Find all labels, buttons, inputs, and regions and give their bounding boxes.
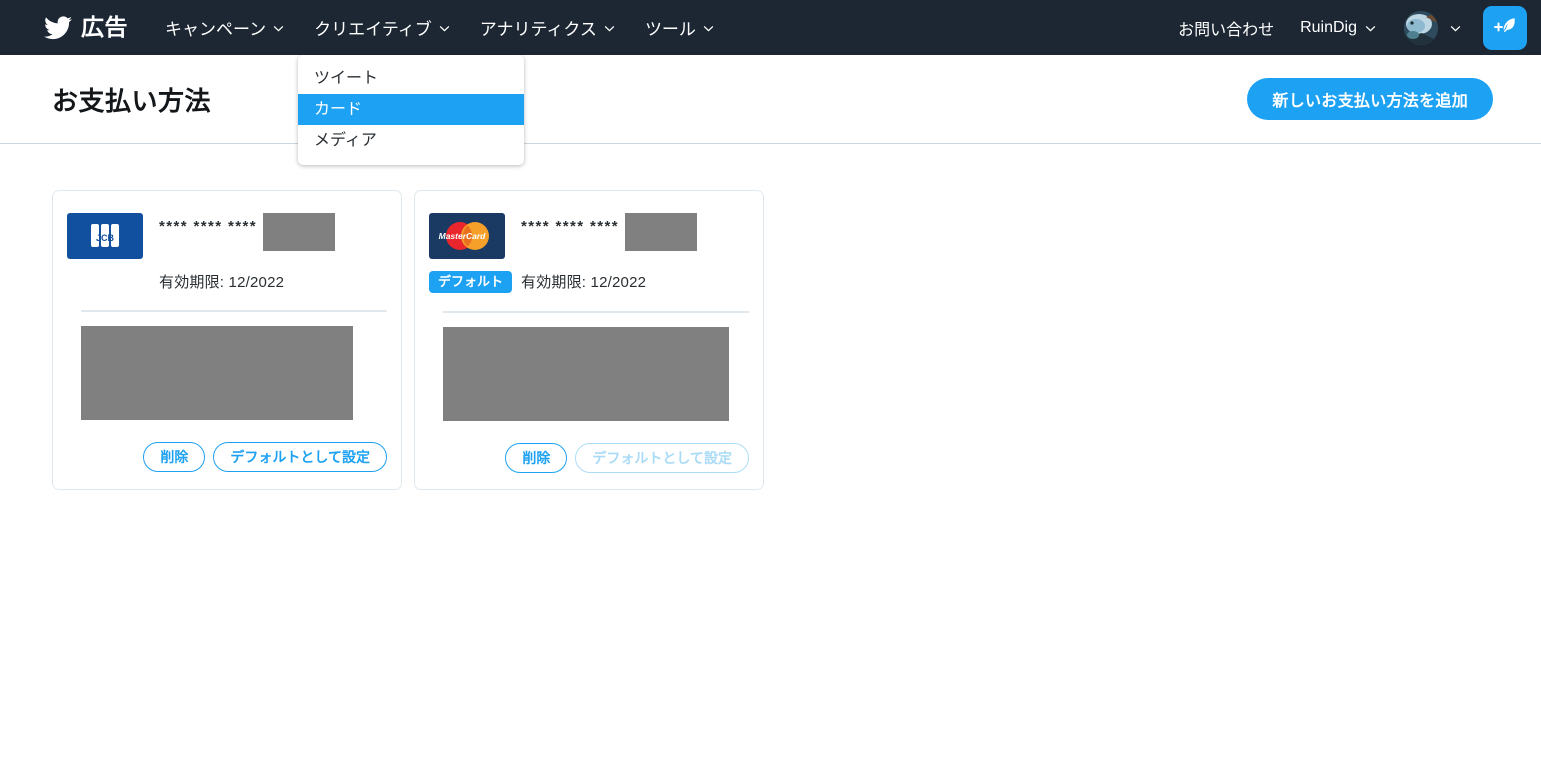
card-expiry: 有効期限: 12/2022: [159, 271, 387, 292]
payment-methods-list: JCB **** **** **** 有効期限: 12/2022 削除 デフォル…: [0, 144, 1541, 491]
account-name-label: RuinDig: [1300, 18, 1357, 36]
status-badge: デフォルト: [429, 271, 513, 294]
payment-method-details: **** **** **** 有効期限: 12/2022: [159, 205, 387, 292]
nav-item-campaigns[interactable]: キャンペーン: [150, 0, 299, 55]
payment-method-details: **** **** **** 有効期限: 12/2022: [521, 205, 749, 293]
card-number-masked: **** **** ****: [159, 218, 257, 235]
card-actions: 削除 デフォルトとして設定: [429, 443, 749, 474]
chevron-down-icon: [1450, 25, 1461, 32]
nav-item-tools-label: ツール: [644, 20, 696, 39]
card-expiry-label: 有効期限:: [521, 274, 587, 291]
payment-method-summary: MasterCard デフォルト **** **** **** 有効期限: 12…: [429, 205, 749, 294]
add-payment-method-button[interactable]: 新しいお支払い方法を追加: [1247, 78, 1493, 120]
dropdown-item-cards[interactable]: カード: [298, 94, 524, 125]
card-expiry: 有効期限: 12/2022: [521, 271, 749, 292]
creative-dropdown-menu: ツイート カード メディア: [298, 55, 524, 165]
card-billing-details-redacted: [443, 327, 729, 422]
card-last4-redacted: [262, 213, 335, 251]
chevron-down-icon: [604, 25, 615, 32]
card-expiry-value: 12/2022: [590, 274, 647, 291]
jcb-logo-icon: JCB: [67, 213, 143, 259]
svg-text:JCB: JCB: [96, 233, 115, 243]
avatar: [1404, 10, 1438, 45]
chevron-down-icon: [1365, 25, 1376, 32]
brand-label: 広告: [81, 14, 128, 40]
card-billing-details-redacted: [81, 326, 353, 420]
set-default-button: デフォルトとして設定: [575, 443, 749, 474]
card-number-row: **** **** ****: [521, 213, 749, 251]
top-navigation-bar: 広告 キャンペーン クリエイティブ アナリティクス ツール お問い合わせ Rui…: [0, 0, 1541, 165]
card-expiry-value: 12/2022: [228, 274, 285, 291]
mastercard-logo-icon: MasterCard: [429, 213, 505, 259]
payment-method-brand-column: MasterCard デフォルト: [429, 205, 521, 294]
card-number-masked: **** **** ****: [521, 218, 619, 235]
nav-item-analytics-label: アナリティクス: [479, 20, 597, 39]
brand-home-link[interactable]: 広告: [44, 16, 128, 40]
chevron-down-icon: [439, 25, 450, 32]
delete-button[interactable]: 削除: [505, 443, 568, 474]
card-last4-redacted: [624, 213, 697, 251]
compose-tweet-button[interactable]: [1483, 5, 1527, 50]
card-expiry-label: 有効期限:: [159, 274, 225, 291]
primary-nav: キャンペーン クリエイティブ アナリティクス ツール: [150, 0, 729, 55]
dropdown-item-media[interactable]: メディア: [298, 125, 524, 156]
secondary-nav: お問い合わせ RuinDig: [1164, 5, 1527, 50]
page-title: お支払い方法: [52, 85, 212, 116]
payment-method-card: JCB **** **** **** 有効期限: 12/2022 削除 デフォル…: [52, 190, 402, 491]
avatar-menu[interactable]: [1388, 10, 1469, 45]
card-divider: [443, 311, 749, 314]
delete-button[interactable]: 削除: [143, 442, 206, 472]
nav-item-campaigns-label: キャンペーン: [165, 20, 267, 39]
dropdown-item-tweets[interactable]: ツイート: [298, 63, 524, 94]
chevron-down-icon: [273, 25, 284, 32]
nav-item-creative-label: クリエイティブ: [314, 20, 432, 39]
chevron-down-icon: [703, 25, 714, 32]
card-actions: 削除 デフォルトとして設定: [67, 442, 387, 472]
card-divider: [81, 310, 387, 312]
twitter-bird-icon: [44, 15, 72, 40]
svg-text:MasterCard: MasterCard: [439, 231, 487, 241]
page-header: お支払い方法 新しいお支払い方法を追加: [0, 55, 1541, 144]
contact-link[interactable]: お問い合わせ: [1164, 16, 1288, 40]
payment-method-summary: JCB **** **** **** 有効期限: 12/2022: [67, 205, 387, 292]
payment-method-card: MasterCard デフォルト **** **** **** 有効期限: 12…: [414, 190, 764, 491]
card-number-row: **** **** ****: [159, 213, 387, 251]
compose-tweet-icon: [1492, 15, 1518, 41]
nav-item-tools[interactable]: ツール: [630, 0, 729, 55]
nav-item-creative[interactable]: クリエイティブ: [299, 0, 465, 55]
nav-item-analytics[interactable]: アナリティクス: [465, 0, 630, 55]
payment-method-brand-column: JCB: [67, 205, 159, 292]
set-default-button[interactable]: デフォルトとして設定: [213, 442, 387, 472]
account-menu[interactable]: RuinDig: [1288, 19, 1388, 37]
